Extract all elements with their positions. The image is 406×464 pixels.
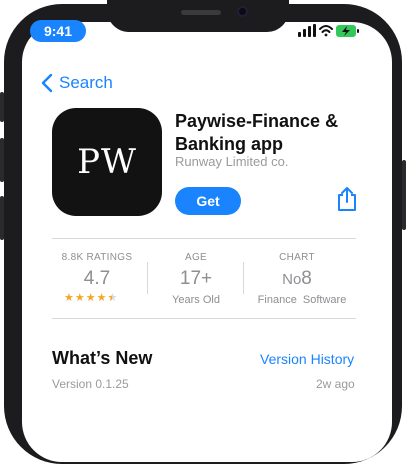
developer-name: Runway Limited co.	[175, 154, 289, 169]
speaker-grille	[181, 10, 221, 15]
notch	[107, 0, 289, 32]
back-label: Search	[59, 73, 113, 92]
power-button	[402, 160, 406, 230]
age-value: 17+	[179, 268, 213, 289]
volume-up-button	[0, 138, 4, 182]
stats-top-divider	[52, 238, 356, 239]
volume-down-button	[0, 196, 4, 240]
status-time: 9:41	[30, 20, 86, 42]
chart-value-prefix: No	[282, 271, 302, 288]
chevron-left-icon	[41, 73, 53, 93]
chart-rank: 8	[301, 268, 312, 289]
app-title: Paywise-Finance & Banking app	[175, 110, 365, 156]
version-history-link[interactable]: Version History	[260, 351, 354, 367]
ratings-value: 4.7	[83, 268, 111, 289]
star-full-icon: ★	[85, 292, 96, 304]
share-button[interactable]	[336, 186, 358, 212]
get-button[interactable]: Get	[175, 187, 241, 215]
whats-new-title: What’s New	[52, 348, 153, 368]
share-icon	[338, 187, 356, 211]
status-icons	[296, 22, 360, 40]
front-camera	[237, 6, 248, 17]
chart-label: CHART	[279, 252, 315, 263]
mute-switch	[0, 92, 4, 122]
app-title-line-2: Banking app	[175, 134, 284, 154]
ratings-label: 8.8K RATINGS	[61, 252, 133, 263]
star-full-icon: ★	[74, 292, 85, 304]
version-number: Version 0.1.25	[52, 377, 129, 391]
app-title-line-1: Paywise-Finance &	[175, 111, 339, 131]
battery-icon	[336, 25, 359, 37]
version-date: 2w ago	[316, 377, 355, 391]
stats-bottom-divider	[52, 318, 356, 319]
star-half-icon: ★ ★	[107, 292, 118, 304]
back-to-search-link[interactable]: Search	[41, 72, 113, 94]
star-rating: ★ ★ ★ ★ ★ ★	[64, 292, 117, 304]
app-icon: PW	[52, 108, 162, 216]
app-icon-text: PW	[77, 142, 137, 182]
stats-separator	[243, 262, 244, 294]
stats-separator	[147, 262, 148, 294]
age-sub: Years Old	[172, 294, 220, 306]
wifi-icon	[319, 25, 333, 37]
signal-icon	[298, 24, 316, 37]
age-label: AGE	[184, 252, 208, 263]
star-full-icon: ★	[96, 292, 107, 304]
star-full-icon: ★	[64, 292, 74, 304]
chart-sub: Finance Software	[257, 294, 347, 306]
chart-value: No8	[248, 268, 346, 290]
